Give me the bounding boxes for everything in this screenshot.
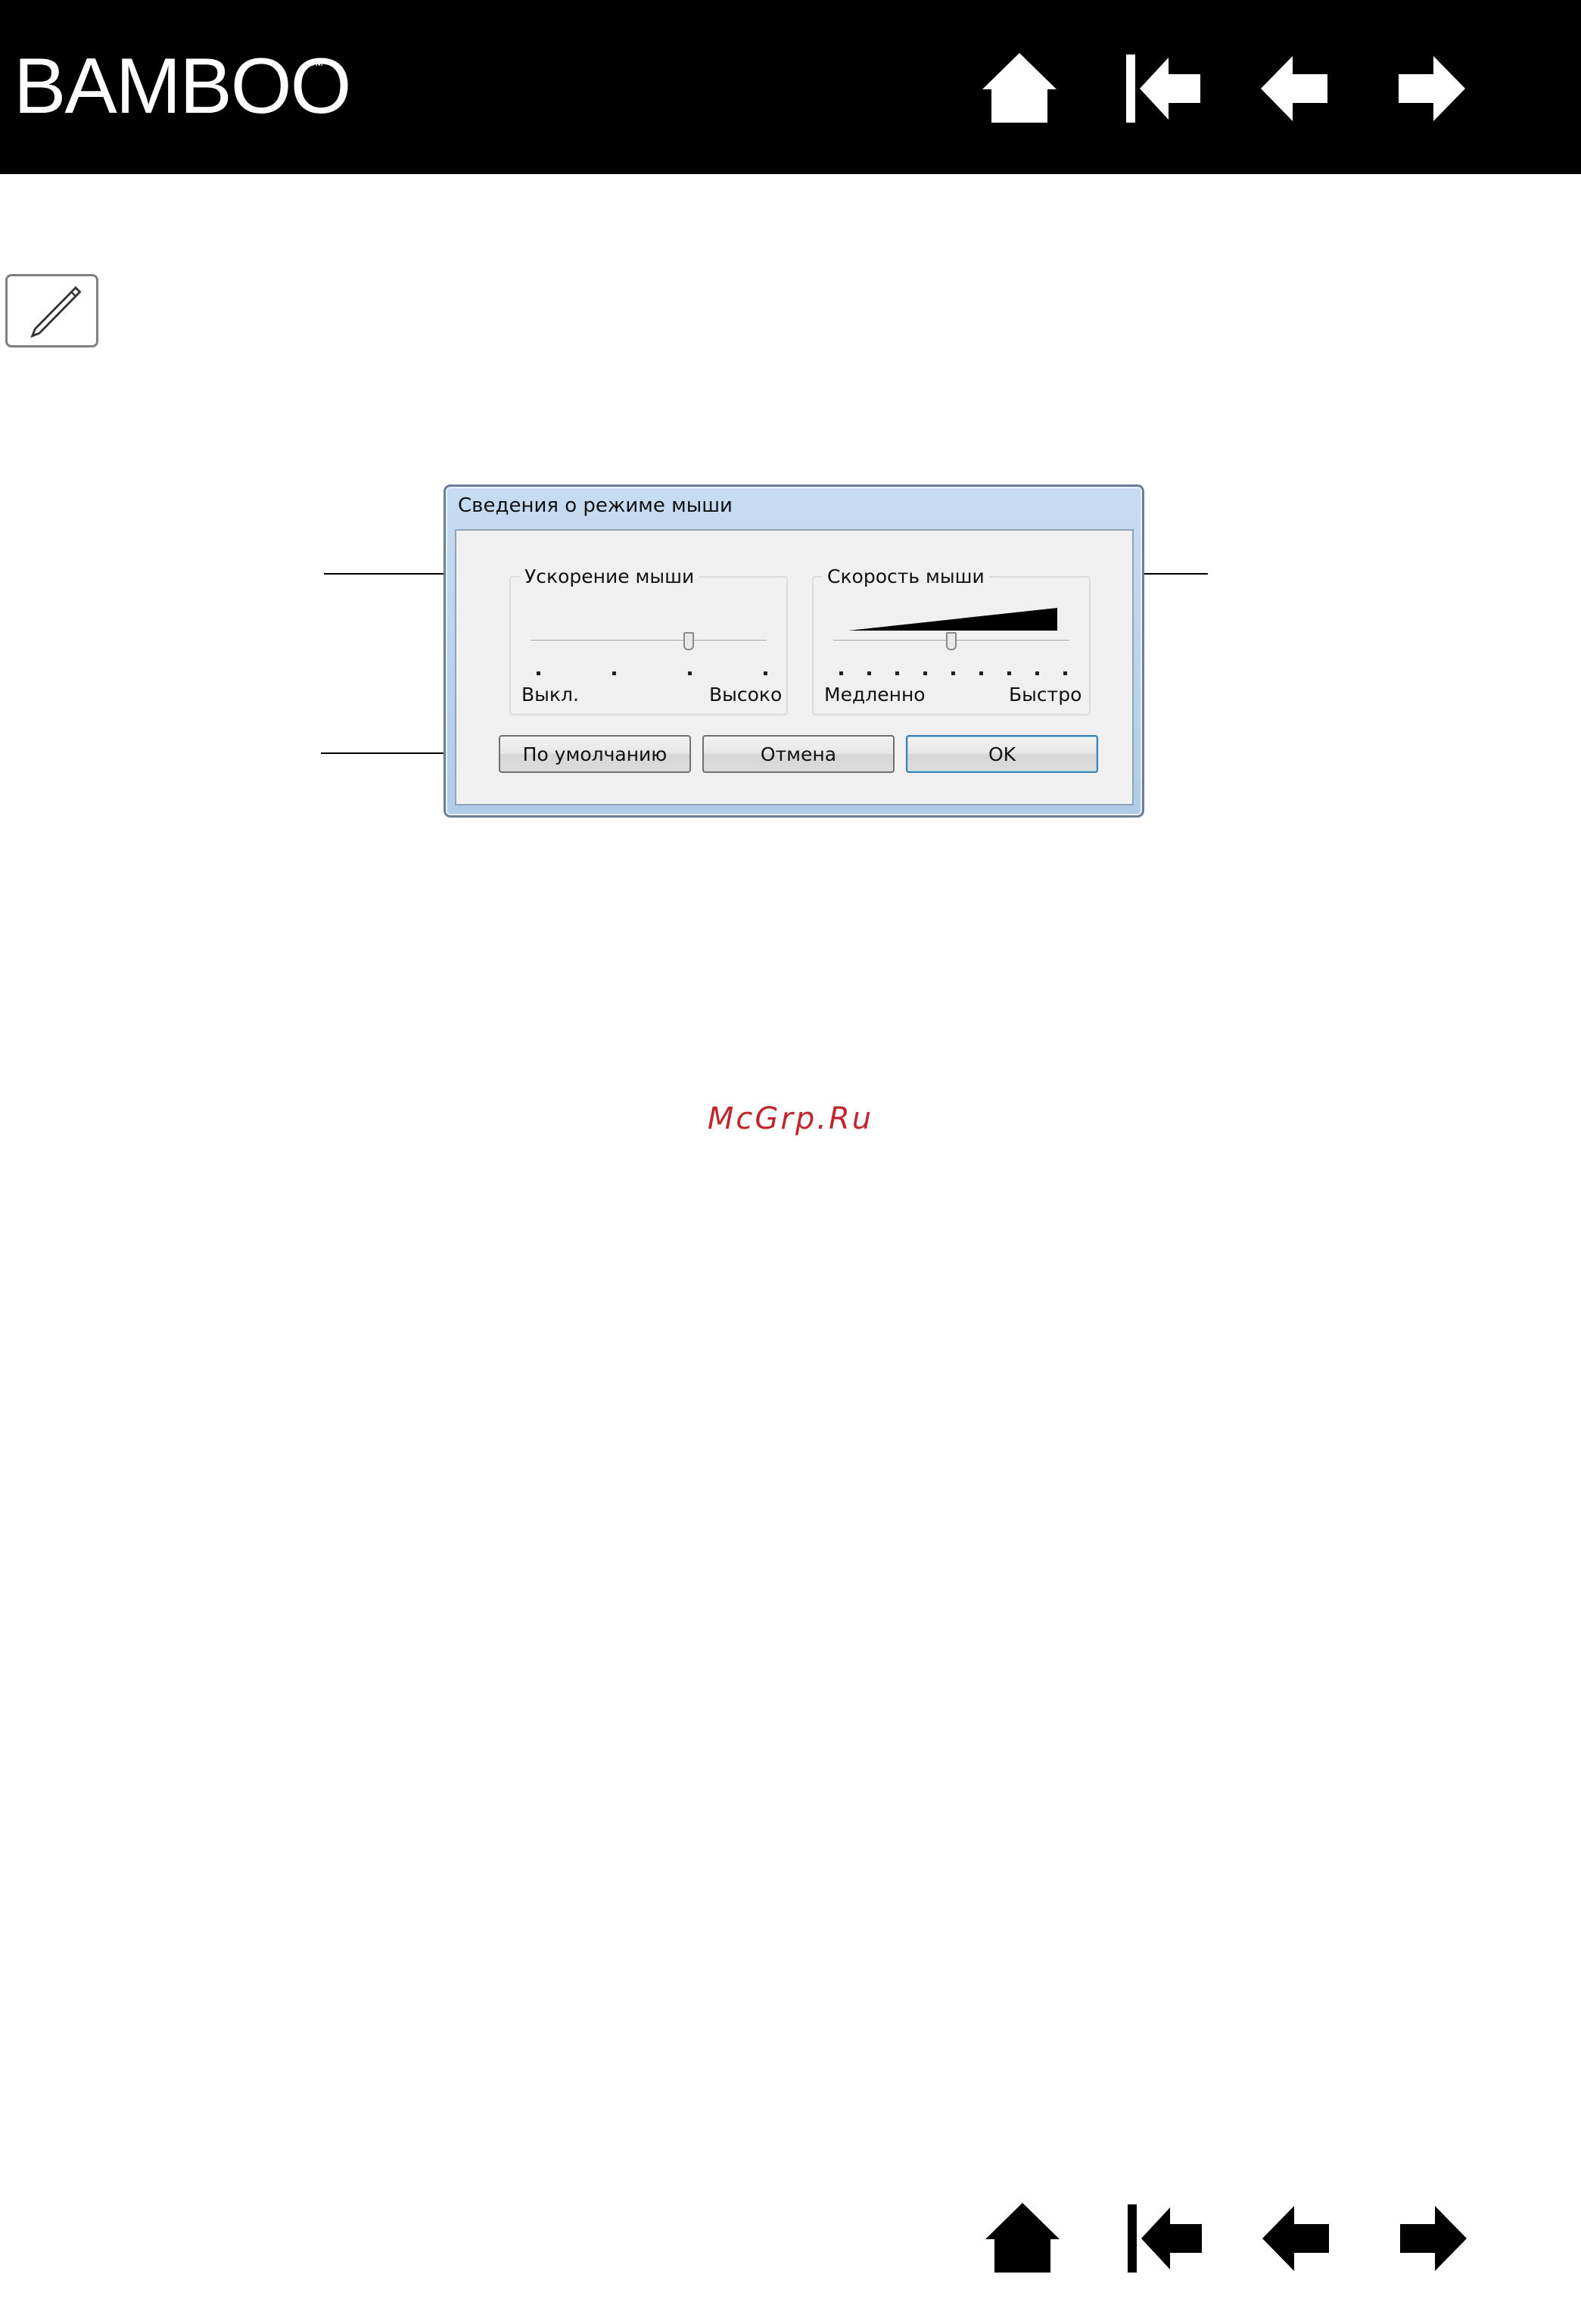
dialog-body: Ускорение мыши Выкл. Высоко Скорость мыш…: [455, 529, 1134, 805]
brand-trademark: ™: [309, 58, 324, 74]
speed-slider[interactable]: [946, 632, 957, 650]
acceleration-min-label: Выкл.: [521, 684, 579, 706]
first-page-icon[interactable]: [1122, 47, 1205, 130]
speed-tick: [1007, 671, 1011, 675]
speed-tick: [839, 671, 843, 675]
watermark-text: McGrp.Ru: [707, 1101, 874, 1136]
speed-ramp-icon: [848, 608, 1057, 631]
cancel-button[interactable]: Отмена: [702, 735, 895, 773]
acceleration-legend: Ускорение мыши: [520, 565, 699, 587]
acceleration-group: Ускорение мыши Выкл. Высоко: [509, 565, 788, 715]
home-icon[interactable]: [978, 47, 1061, 130]
acceleration-tick: [537, 671, 540, 675]
speed-tick: [951, 671, 955, 675]
acceleration-slider[interactable]: [683, 632, 695, 650]
brand-logo: BAMBOO: [14, 42, 352, 130]
acceleration-tick: [688, 671, 692, 675]
speed-tick: [895, 671, 899, 675]
speed-tick: [1035, 671, 1039, 675]
default-button[interactable]: По умолчанию: [499, 735, 691, 773]
speed-tick: [979, 671, 983, 675]
speed-min-label: Медленно: [824, 684, 926, 706]
next-page-icon[interactable]: [1390, 2197, 1473, 2280]
first-page-icon[interactable]: [1123, 2197, 1206, 2280]
mouse-mode-dialog: Сведения о режиме мыши Ускорение мыши Вы…: [443, 484, 1144, 818]
speed-tick: [867, 671, 871, 675]
pen-icon: [5, 274, 98, 347]
speed-group: Скорость мыши Медленно Быстро: [812, 565, 1091, 715]
speed-legend: Скорость мыши: [823, 565, 989, 587]
speed-tick: [1063, 671, 1067, 675]
ok-button[interactable]: OK: [906, 735, 1098, 773]
acceleration-tick: [764, 671, 767, 675]
previous-page-icon[interactable]: [1255, 47, 1338, 130]
header-bar: BAMBOO ™: [0, 0, 1581, 174]
speed-max-label: Быстро: [1009, 684, 1082, 706]
previous-page-icon[interactable]: [1256, 2197, 1340, 2280]
acceleration-max-label: Высоко: [709, 684, 783, 706]
next-page-icon[interactable]: [1388, 47, 1471, 130]
home-icon[interactable]: [981, 2197, 1064, 2280]
speed-tick: [923, 671, 927, 675]
dialog-title: Сведения о режиме мыши: [458, 494, 733, 517]
acceleration-tick: [612, 671, 616, 675]
acceleration-track: [531, 640, 767, 642]
